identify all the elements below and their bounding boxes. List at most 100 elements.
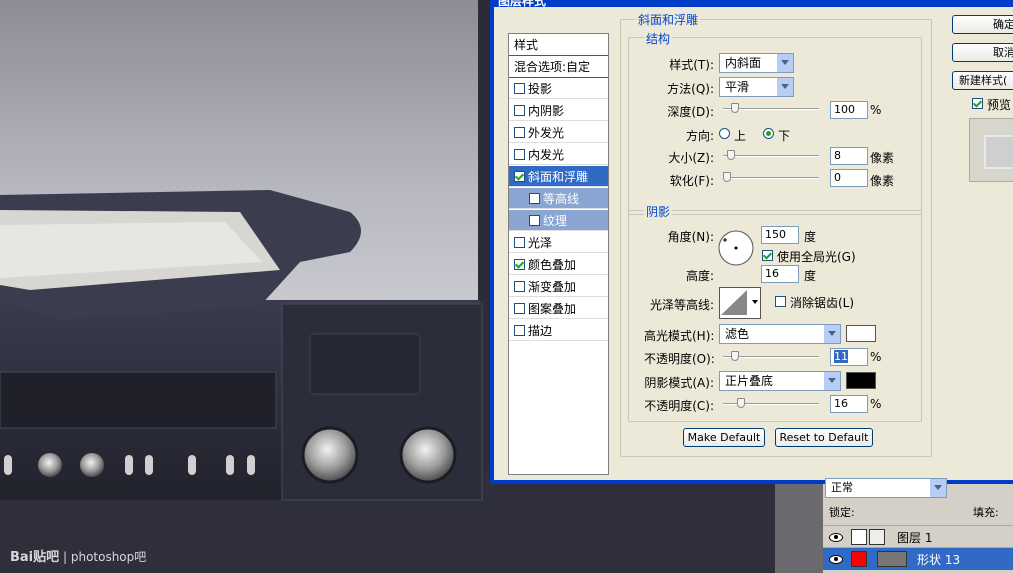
make-default-button[interactable]: Make Default bbox=[683, 428, 765, 447]
vector-mask-thumbnail bbox=[877, 551, 907, 567]
style-list-item[interactable]: 等高线 bbox=[509, 188, 608, 209]
altitude-label: 高度: bbox=[685, 269, 714, 283]
depth-slider-thumb[interactable] bbox=[731, 103, 739, 113]
angle-unit: 度 bbox=[804, 230, 817, 244]
style-checkbox[interactable] bbox=[514, 82, 525, 94]
style-checkbox[interactable] bbox=[514, 280, 525, 292]
highlight-mode-select[interactable]: 滤色 bbox=[719, 324, 841, 344]
style-checkbox[interactable] bbox=[514, 170, 525, 182]
antialias-checkbox[interactable] bbox=[775, 296, 786, 307]
style-checkbox[interactable] bbox=[514, 236, 525, 248]
direction-down-radio[interactable] bbox=[763, 128, 774, 139]
highlight-color-swatch[interactable] bbox=[846, 325, 876, 342]
gloss-contour-picker[interactable] bbox=[719, 287, 761, 319]
style-list-item[interactable]: 描边 bbox=[509, 320, 608, 341]
style-list-item-label: 投影 bbox=[528, 81, 553, 96]
style-list-item[interactable]: 图案叠加 bbox=[509, 298, 608, 319]
shadow-opacity-field[interactable]: 16 bbox=[830, 395, 868, 413]
style-checkbox[interactable] bbox=[514, 148, 525, 160]
new-style-button[interactable]: 新建样式( bbox=[952, 71, 1013, 90]
angle-dial[interactable] bbox=[717, 229, 755, 267]
style-list-item[interactable]: 渐变叠加 bbox=[509, 276, 608, 297]
altitude-unit: 度 bbox=[804, 269, 817, 283]
chevron-down-icon bbox=[823, 372, 840, 390]
depth-field[interactable]: 100 bbox=[830, 101, 868, 119]
blend-mode-select[interactable]: 正常 bbox=[825, 478, 947, 498]
direction-up-label: 上 bbox=[734, 129, 747, 143]
style-list-item-label: 内发光 bbox=[528, 147, 565, 162]
chevron-down-icon bbox=[929, 479, 946, 497]
style-list-header[interactable]: 样式 bbox=[509, 34, 608, 56]
eye-icon[interactable] bbox=[829, 554, 843, 564]
style-select-value: 内斜面 bbox=[725, 56, 762, 70]
style-checkbox[interactable] bbox=[514, 104, 525, 116]
highlight-opacity-field[interactable]: 11 bbox=[830, 348, 868, 366]
style-list-item-label: 光泽 bbox=[528, 235, 553, 250]
depth-unit: % bbox=[870, 103, 882, 117]
shadow-opacity-slider[interactable] bbox=[723, 398, 819, 408]
layer-row[interactable]: 形状 13 bbox=[823, 547, 1013, 570]
angle-label: 角度(N): bbox=[667, 230, 714, 244]
layer-thumbnail bbox=[851, 529, 867, 545]
style-list: 样式 混合选项:自定 投影内阴影外发光内发光斜面和浮雕 等高线纹理光泽颜色叠加渐变… bbox=[508, 33, 609, 475]
shadow-mode-label: 阴影模式(A): bbox=[644, 376, 714, 390]
style-checkbox[interactable] bbox=[529, 192, 540, 204]
section-title: 斜面和浮雕 bbox=[636, 11, 701, 28]
size-slider[interactable] bbox=[723, 150, 819, 160]
highlight-opacity-slider[interactable] bbox=[723, 351, 819, 361]
style-checkbox[interactable] bbox=[514, 126, 525, 138]
style-checkbox[interactable] bbox=[514, 302, 525, 314]
blend-mode-value: 正常 bbox=[831, 481, 853, 494]
ok-button[interactable]: 确定 bbox=[952, 15, 1013, 34]
style-list-item-label: 外发光 bbox=[528, 125, 565, 140]
size-field[interactable]: 8 bbox=[830, 147, 868, 165]
preview-checkbox[interactable] bbox=[972, 98, 983, 109]
style-select[interactable]: 内斜面 bbox=[719, 53, 794, 73]
angle-field[interactable]: 150 bbox=[761, 226, 799, 244]
size-slider-thumb[interactable] bbox=[727, 150, 735, 160]
altitude-field[interactable]: 16 bbox=[761, 265, 799, 283]
shadow-mode-select[interactable]: 正片叠底 bbox=[719, 371, 841, 391]
blend-options-item[interactable]: 混合选项:自定 bbox=[509, 56, 608, 78]
dialog-body: 样式 混合选项:自定 投影 内阴影 外发光 内发光 斜面和浮雕 等高线 纹理 光泽 颜色叠加 渐变… bbox=[494, 7, 1013, 480]
preview-thumbnail bbox=[969, 118, 1013, 182]
layer-row[interactable]: 图层 1 bbox=[823, 525, 1013, 548]
size-unit: 像素 bbox=[870, 151, 895, 165]
style-list-item-label: 图案叠加 bbox=[528, 301, 577, 316]
eye-icon[interactable] bbox=[829, 532, 843, 542]
technique-label: 方法(Q): bbox=[667, 82, 714, 96]
soften-slider[interactable] bbox=[723, 172, 819, 182]
style-list-item[interactable]: 投影 bbox=[509, 78, 608, 99]
style-list-item[interactable]: 斜面和浮雕 bbox=[509, 166, 608, 187]
reset-default-button[interactable]: Reset to Default bbox=[775, 428, 873, 447]
highlight-opacity-thumb[interactable] bbox=[731, 351, 739, 361]
contour-icon bbox=[721, 290, 747, 315]
style-checkbox[interactable] bbox=[514, 258, 525, 270]
style-list-item[interactable]: 内阴影 bbox=[509, 100, 608, 121]
style-checkbox[interactable] bbox=[514, 324, 525, 336]
global-light-checkbox[interactable] bbox=[762, 250, 773, 261]
technique-select-value: 平滑 bbox=[725, 80, 750, 94]
style-list-item-label: 颜色叠加 bbox=[528, 257, 577, 272]
style-list-item[interactable]: 光泽 bbox=[509, 232, 608, 253]
direction-up-radio[interactable] bbox=[719, 128, 730, 139]
shadow-color-swatch[interactable] bbox=[846, 372, 876, 389]
style-list-item[interactable]: 内发光 bbox=[509, 144, 608, 165]
shadow-opacity-thumb[interactable] bbox=[737, 398, 745, 408]
style-list-item-label: 纹理 bbox=[543, 213, 568, 228]
technique-select[interactable]: 平滑 bbox=[719, 77, 794, 97]
style-list-item[interactable]: 外发光 bbox=[509, 122, 608, 143]
highlight-opacity-label: 不透明度(O): bbox=[644, 352, 715, 366]
fill-label: 填充: bbox=[973, 506, 999, 519]
style-list-item[interactable]: 颜色叠加 bbox=[509, 254, 608, 275]
soften-field[interactable]: 0 bbox=[830, 169, 868, 187]
soften-slider-thumb[interactable] bbox=[723, 172, 731, 182]
style-list-item[interactable]: 纹理 bbox=[509, 210, 608, 231]
style-checkbox[interactable] bbox=[529, 214, 540, 226]
depth-slider[interactable] bbox=[723, 103, 819, 113]
global-light-label: 使用全局光(G) bbox=[777, 250, 856, 264]
cancel-button[interactable]: 取消 bbox=[952, 43, 1013, 62]
watermark-text: | photoshop吧 bbox=[62, 550, 147, 564]
shading-label: 阴影 bbox=[644, 203, 673, 220]
chevron-down-icon bbox=[823, 325, 840, 343]
